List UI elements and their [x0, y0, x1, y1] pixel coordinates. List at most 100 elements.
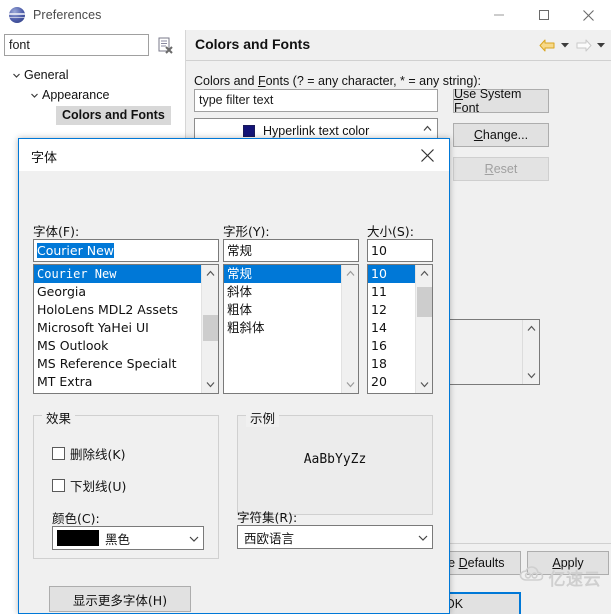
checkbox-box[interactable]: [52, 479, 65, 492]
ok-button[interactable]: OK: [439, 592, 521, 614]
list-item[interactable]: 18: [368, 355, 417, 373]
color-value: 黑色: [105, 531, 131, 547]
page-title: Colors and Fonts: [195, 36, 311, 52]
chevron-down-icon[interactable]: [418, 530, 428, 545]
list-item[interactable]: 16: [368, 337, 417, 355]
window-titlebar: Preferences: [0, 0, 611, 30]
list-item[interactable]: 粗体: [224, 301, 343, 319]
underline-checkbox[interactable]: 下划线(U): [52, 476, 126, 495]
sidebar-filter-input[interactable]: font: [4, 34, 149, 56]
clear-filter-icon[interactable]: [156, 36, 175, 55]
list-item[interactable]: Microsoft YaHei UI: [34, 319, 203, 337]
back-dropdown-icon[interactable]: [559, 36, 571, 54]
close-icon[interactable]: [405, 139, 449, 171]
content-header: Colors and Fonts: [186, 30, 611, 61]
scrollbar-thumb[interactable]: [417, 287, 432, 317]
list-item[interactable]: 斜体: [224, 283, 343, 301]
scroll-up-icon[interactable]: [523, 320, 540, 337]
scroll-down-icon[interactable]: [416, 376, 432, 393]
font-style-label: 字形(Y):: [223, 224, 270, 239]
change-button[interactable]: Change...: [453, 123, 549, 147]
list-item[interactable]: 粗斜体: [224, 319, 343, 337]
strikeout-checkbox[interactable]: 删除线(K): [52, 444, 125, 463]
font-size-scrollbar[interactable]: [415, 265, 432, 393]
font-family-list[interactable]: Courier New Georgia HoloLens MDL2 Assets…: [33, 264, 219, 394]
list-item[interactable]: 14: [368, 319, 417, 337]
checkbox-box[interactable]: [52, 447, 65, 460]
sidebar-item-label: Appearance: [42, 88, 110, 102]
font-size-list[interactable]: 10 11 12 14 16 18 20: [367, 264, 433, 394]
list-item[interactable]: Georgia: [34, 283, 203, 301]
chevron-down-icon[interactable]: [189, 531, 199, 546]
content-filter-input[interactable]: type filter text: [194, 89, 438, 112]
window-controls: [476, 0, 611, 30]
list-item[interactable]: 11: [368, 283, 417, 301]
list-item[interactable]: MS Outlook: [34, 337, 203, 355]
chevron-down-icon[interactable]: [26, 87, 42, 103]
list-item[interactable]: Courier New: [34, 265, 203, 283]
back-arrow-icon[interactable]: [537, 36, 557, 54]
color-label: 颜色(C):: [52, 511, 100, 526]
font-family-input[interactable]: Courier New: [33, 239, 219, 262]
scroll-down-icon[interactable]: [342, 376, 358, 393]
maximize-button[interactable]: [521, 0, 566, 30]
chevron-down-icon[interactable]: [8, 67, 24, 83]
minimize-button[interactable]: [476, 0, 521, 30]
sample-group: 示例 AaBbYyZz: [237, 408, 433, 515]
font-size-label: 大小(S):: [367, 224, 414, 239]
forward-dropdown-icon[interactable]: [595, 36, 607, 54]
script-label: 字符集(R):: [237, 510, 298, 525]
list-item[interactable]: 12: [368, 301, 417, 319]
font-size-input[interactable]: 10: [367, 239, 433, 262]
sidebar-item-colors-and-fonts[interactable]: Colors and Fonts: [56, 105, 171, 125]
script-dropdown[interactable]: 西欧语言: [237, 525, 433, 549]
list-item[interactable]: 常规: [224, 265, 343, 283]
list-item[interactable]: MS Reference Specialt: [34, 355, 203, 373]
scroll-up-icon[interactable]: [416, 265, 432, 282]
sample-preview-text: AaBbYyZz: [303, 452, 367, 467]
sidebar-item-appearance[interactable]: Appearance: [26, 85, 109, 105]
list-item[interactable]: MT Extra: [34, 373, 203, 391]
scrollbar-thumb[interactable]: [203, 315, 218, 341]
color-swatch: [243, 125, 255, 137]
show-more-fonts-button[interactable]: 显示更多字体(H): [49, 586, 191, 612]
list-item[interactable]: HoloLens MDL2 Assets: [34, 301, 203, 319]
use-system-font-button[interactable]: Use System Font: [453, 87, 549, 115]
font-style-input[interactable]: 常规: [223, 239, 359, 262]
font-dialog-titlebar: 字体: [19, 139, 449, 171]
color-dropdown[interactable]: 黑色: [52, 526, 204, 550]
font-dialog-body: 字体(F): 字形(Y): 大小(S): Courier New 常规 10 C…: [19, 171, 449, 613]
close-button[interactable]: [566, 0, 611, 30]
navigation-arrows: [537, 36, 607, 54]
list-item[interactable]: 10: [368, 265, 417, 283]
font-family-scrollbar[interactable]: [201, 265, 218, 393]
reset-button: Reset: [453, 157, 549, 181]
sidebar-item-label: Colors and Fonts: [56, 105, 171, 125]
effects-group: 效果 删除线(K) 下划线(U) 颜色(C): 黑色: [33, 408, 219, 559]
scroll-down-icon[interactable]: [202, 376, 218, 393]
font-family-value: Courier New: [37, 243, 114, 258]
scroll-up-icon[interactable]: [419, 120, 436, 137]
scroll-down-icon[interactable]: [523, 367, 540, 384]
font-dialog: 字体 字体(F): 字形(Y): 大小(S): Courier New 常规 1…: [18, 138, 450, 614]
preferences-window: Preferences font General Appearance Colo…: [0, 0, 611, 614]
description-scrollbar[interactable]: [522, 320, 539, 384]
sidebar-item-label: General: [24, 68, 69, 82]
scroll-up-icon[interactable]: [202, 265, 218, 282]
sidebar-filter-row: font: [0, 30, 186, 60]
strikeout-label: 删除线(K): [70, 447, 126, 462]
color-swatch: [57, 530, 99, 546]
window-title: Preferences: [33, 8, 102, 22]
font-style-scrollbar[interactable]: [341, 265, 358, 393]
scroll-up-icon[interactable]: [342, 265, 358, 282]
sidebar-item-general[interactable]: General: [8, 65, 68, 85]
preferences-globe-icon: [9, 7, 25, 23]
underline-label: 下划线(U): [70, 479, 127, 494]
list-item[interactable]: 20: [368, 373, 417, 391]
colors-fonts-label: Colors and Fonts (? = any character, * =…: [194, 74, 481, 88]
forward-arrow-icon[interactable]: [573, 36, 593, 54]
restore-defaults-button[interactable]: re Defaults: [439, 551, 521, 575]
tree-row-label: Hyperlink text color: [263, 124, 370, 138]
font-dialog-title: 字体: [31, 151, 58, 166]
font-style-list[interactable]: 常规 斜体 粗体 粗斜体: [223, 264, 359, 394]
